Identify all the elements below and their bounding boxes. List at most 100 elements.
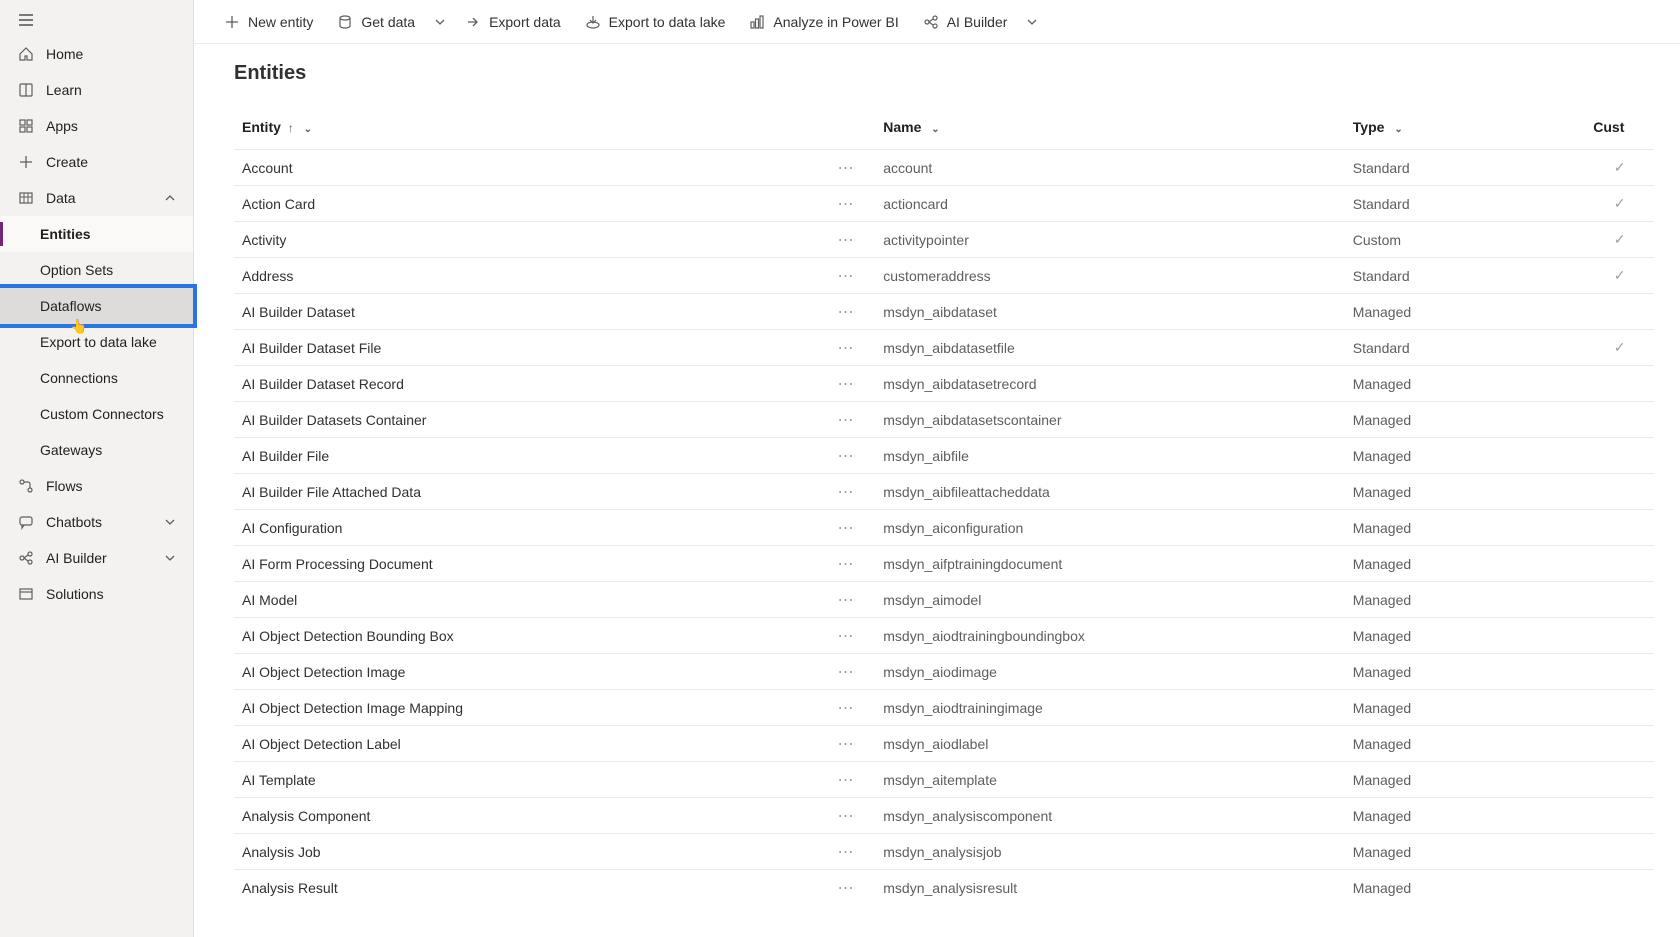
- command-bar: New entity Get data Export data Export t…: [194, 0, 1680, 44]
- ai-builder-split[interactable]: [1021, 11, 1043, 33]
- export-data-button[interactable]: Export data: [455, 8, 571, 36]
- nav-data[interactable]: Data: [0, 180, 193, 216]
- row-more-button[interactable]: ⋯: [829, 222, 875, 258]
- table-row[interactable]: AI Model⋯msdyn_aimodelManaged: [234, 582, 1654, 618]
- nav-chatbots[interactable]: Chatbots: [0, 504, 193, 540]
- get-data-button[interactable]: Get data: [327, 8, 425, 36]
- entity-display-name: AI Builder File Attached Data: [234, 474, 829, 510]
- nav-data-export-lake[interactable]: Export to data lake: [0, 324, 193, 360]
- table-row[interactable]: AI Object Detection Bounding Box⋯msdyn_a…: [234, 618, 1654, 654]
- lake-icon: [585, 14, 601, 30]
- table-row[interactable]: AI Builder Dataset Record⋯msdyn_aibdatas…: [234, 366, 1654, 402]
- row-more-button[interactable]: ⋯: [829, 654, 875, 690]
- nav-data-gateways[interactable]: Gateways: [0, 432, 193, 468]
- nav-data-connections[interactable]: Connections: [0, 360, 193, 396]
- col-name-header[interactable]: Name ⌄: [875, 109, 1345, 150]
- hamburger-button[interactable]: [0, 4, 193, 36]
- entity-type: Managed: [1345, 726, 1585, 762]
- row-more-button[interactable]: ⋯: [829, 834, 875, 870]
- table-row[interactable]: AI Form Processing Document⋯msdyn_aifptr…: [234, 546, 1654, 582]
- entity-type: Managed: [1345, 654, 1585, 690]
- entity-display-name: AI Model: [234, 582, 829, 618]
- hamburger-icon: [18, 12, 34, 28]
- nav-apps[interactable]: Apps: [0, 108, 193, 144]
- table-row[interactable]: AI Builder Dataset File⋯msdyn_aibdataset…: [234, 330, 1654, 366]
- nav-home[interactable]: Home: [0, 36, 193, 72]
- entity-schema-name: msdyn_aibfile: [875, 438, 1345, 474]
- nav-learn[interactable]: Learn: [0, 72, 193, 108]
- entity-type: Managed: [1345, 798, 1585, 834]
- col-cust-header[interactable]: Cust: [1585, 109, 1654, 150]
- row-more-button[interactable]: ⋯: [829, 726, 875, 762]
- entity-display-name: Analysis Job: [234, 834, 829, 870]
- table-row[interactable]: Analysis Component⋯msdyn_analysiscompone…: [234, 798, 1654, 834]
- row-more-button[interactable]: ⋯: [829, 294, 875, 330]
- entity-schema-name: msdyn_aiconfiguration: [875, 510, 1345, 546]
- table-row[interactable]: Analysis Job⋯msdyn_analysisjobManaged: [234, 834, 1654, 870]
- row-more-button[interactable]: ⋯: [829, 690, 875, 726]
- nav-data-custom-connectors[interactable]: Custom Connectors: [0, 396, 193, 432]
- nav-data-dataflows[interactable]: Dataflows 👆: [0, 288, 193, 324]
- export-icon: [465, 14, 481, 30]
- ai-builder-button[interactable]: AI Builder: [913, 8, 1018, 36]
- entity-schema-name: msdyn_aitemplate: [875, 762, 1345, 798]
- entity-schema-name: msdyn_analysisresult: [875, 870, 1345, 906]
- nav-solutions[interactable]: Solutions: [0, 576, 193, 612]
- row-more-button[interactable]: ⋯: [829, 402, 875, 438]
- row-more-button[interactable]: ⋯: [829, 798, 875, 834]
- nav-data-option-sets[interactable]: Option Sets: [0, 252, 193, 288]
- table-row[interactable]: Address⋯customeraddressStandard✓: [234, 258, 1654, 294]
- powerbi-icon: [749, 14, 765, 30]
- table-row[interactable]: AI Template⋯msdyn_aitemplateManaged: [234, 762, 1654, 798]
- table-row[interactable]: AI Configuration⋯msdyn_aiconfigurationMa…: [234, 510, 1654, 546]
- get-data-split[interactable]: [429, 11, 451, 33]
- row-more-button[interactable]: ⋯: [829, 618, 875, 654]
- flow-icon: [18, 478, 34, 494]
- col-entity-header[interactable]: Entity ↑ ⌄: [234, 109, 829, 150]
- nav-flows[interactable]: Flows: [0, 468, 193, 504]
- row-more-button[interactable]: ⋯: [829, 186, 875, 222]
- table-row[interactable]: AI Builder Datasets Container⋯msdyn_aibd…: [234, 402, 1654, 438]
- table-row[interactable]: Action Card⋯actioncardStandard✓: [234, 186, 1654, 222]
- chat-icon: [18, 514, 34, 530]
- entity-customizable: [1585, 438, 1654, 474]
- home-icon: [18, 46, 34, 62]
- row-more-button[interactable]: ⋯: [829, 366, 875, 402]
- row-more-button[interactable]: ⋯: [829, 870, 875, 906]
- nav-create[interactable]: Create: [0, 144, 193, 180]
- entity-display-name: AI Builder File: [234, 438, 829, 474]
- row-more-button[interactable]: ⋯: [829, 546, 875, 582]
- entity-customizable: [1585, 798, 1654, 834]
- export-data-lake-button[interactable]: Export to data lake: [575, 8, 736, 36]
- entity-schema-name: msdyn_aifptrainingdocument: [875, 546, 1345, 582]
- chevron-down-icon: ⌄: [1394, 124, 1402, 135]
- table-row[interactable]: AI Object Detection Image⋯msdyn_aiodimag…: [234, 654, 1654, 690]
- nav-ai-builder[interactable]: AI Builder: [0, 540, 193, 576]
- table-row[interactable]: AI Object Detection Label⋯msdyn_aiodlabe…: [234, 726, 1654, 762]
- table-row[interactable]: AI Object Detection Image Mapping⋯msdyn_…: [234, 690, 1654, 726]
- entity-type: Managed: [1345, 438, 1585, 474]
- new-entity-button[interactable]: New entity: [214, 8, 323, 36]
- table-row[interactable]: Activity⋯activitypointerCustom✓: [234, 222, 1654, 258]
- row-more-button[interactable]: ⋯: [829, 582, 875, 618]
- table-row[interactable]: Analysis Result⋯msdyn_analysisresultMana…: [234, 870, 1654, 906]
- chevron-up-icon: [165, 193, 175, 203]
- nav-label: Home: [46, 46, 175, 62]
- table-row[interactable]: Account⋯accountStandard✓: [234, 150, 1654, 186]
- ai-icon: [923, 14, 939, 30]
- nav-data-entities[interactable]: Entities: [0, 216, 193, 252]
- analyze-power-bi-button[interactable]: Analyze in Power BI: [739, 8, 908, 36]
- row-more-button[interactable]: ⋯: [829, 510, 875, 546]
- row-more-button[interactable]: ⋯: [829, 474, 875, 510]
- row-more-button[interactable]: ⋯: [829, 762, 875, 798]
- table-row[interactable]: AI Builder Dataset⋯msdyn_aibdatasetManag…: [234, 294, 1654, 330]
- row-more-button[interactable]: ⋯: [829, 258, 875, 294]
- table-row[interactable]: AI Builder File Attached Data⋯msdyn_aibf…: [234, 474, 1654, 510]
- row-more-button[interactable]: ⋯: [829, 150, 875, 186]
- chevron-down-icon: [435, 17, 445, 27]
- col-type-header[interactable]: Type ⌄: [1345, 109, 1585, 150]
- row-more-button[interactable]: ⋯: [829, 330, 875, 366]
- table-row[interactable]: AI Builder File⋯msdyn_aibfileManaged: [234, 438, 1654, 474]
- row-more-button[interactable]: ⋯: [829, 438, 875, 474]
- apps-icon: [18, 118, 34, 134]
